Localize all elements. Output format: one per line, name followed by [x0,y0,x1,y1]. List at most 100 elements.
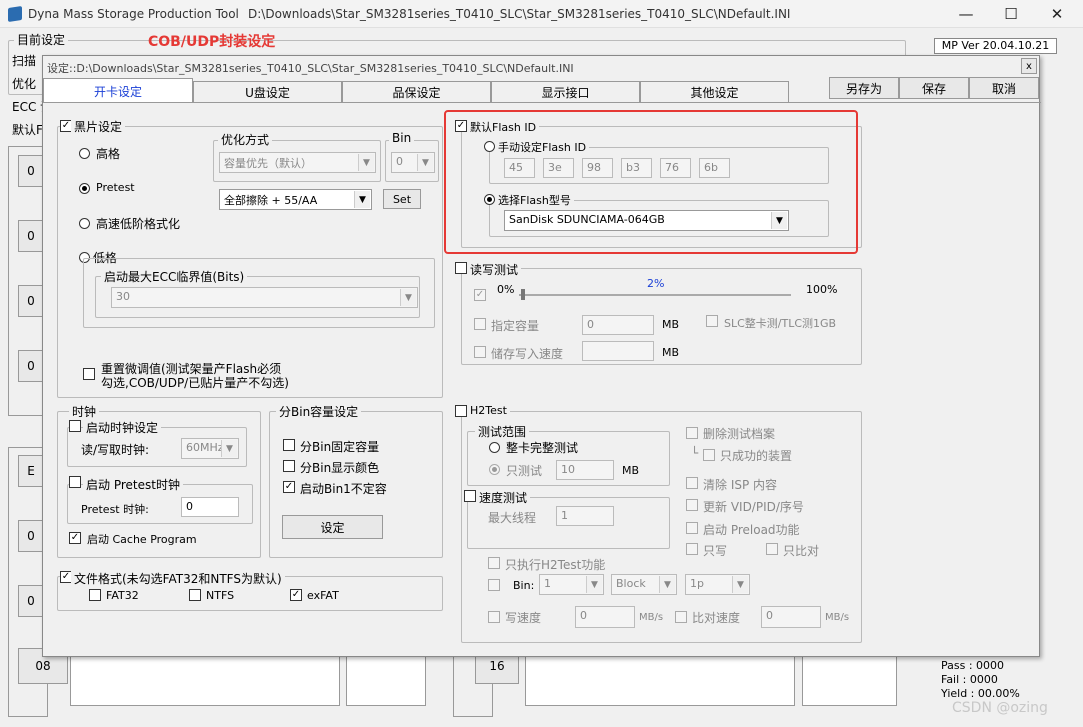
ecc-threshold-value: 30 [116,290,130,303]
write-only-checkbox[interactable] [686,543,698,555]
wspeed-input[interactable]: 0 [575,606,635,628]
cache-program-label: 启动 Cache Program [87,533,197,546]
optimize-select[interactable]: 容量优先（默认） ▼ [219,152,376,173]
chevron-down-icon: ▼ [732,576,748,593]
ecc-group-title: 启动最大ECC临界值(Bits) [101,268,248,285]
full-test-radio[interactable] [489,442,500,453]
minimize-icon[interactable]: — [945,2,987,26]
capacity-checkbox[interactable] [474,318,486,330]
cspeed-checkbox[interactable] [675,611,687,623]
bin-select[interactable]: 0 ▼ [391,152,435,173]
block-select[interactable]: Block ▼ [611,574,677,595]
rw-clock-value: 60MHz [186,441,224,454]
cancel-button[interactable]: 取消 [969,77,1039,99]
rw-slider-thumb[interactable] [521,289,525,300]
max-threads-input[interactable]: 1 [556,506,614,526]
tab-udisk-settings[interactable]: U盘设定 [193,81,342,103]
compare-only-checkbox[interactable] [766,543,778,555]
rw-test-title: 读写测试 [467,261,522,278]
fat32-checkbox[interactable] [89,589,101,601]
delete-log-checkbox[interactable] [686,427,698,439]
save-button[interactable]: 保存 [899,77,969,99]
bin1-checkbox[interactable]: ✓ [283,481,295,493]
bin-fixed-checkbox[interactable] [283,439,295,451]
cspeed-input[interactable]: 0 [761,606,821,628]
pretest-radio[interactable] [79,183,90,194]
chevron-down-icon: ▼ [586,576,602,593]
preload-checkbox[interactable] [686,522,698,534]
h2-bin-select[interactable]: 1 ▼ [539,574,604,595]
ecc-threshold-select[interactable]: 30 ▼ [111,287,418,308]
pretest-clock-checkbox[interactable] [69,476,81,488]
tab-qa-settings[interactable]: 品保设定 [342,81,491,103]
port-button[interactable]: 0 [18,350,44,382]
port-button[interactable]: 0 [18,220,44,252]
exfat-label: exFAT [307,589,339,602]
chevron-down-icon: ▼ [400,289,416,306]
only-test-radio[interactable] [489,464,500,475]
rw-slider-track[interactable] [519,294,791,296]
block-value: Block [616,577,646,590]
tab-card-settings[interactable]: 开卡设定 [43,78,193,103]
watermark: CSDN @ozing [952,700,1048,716]
ntfs-checkbox[interactable] [189,589,201,601]
capacity-input[interactable]: 0 [582,315,654,335]
h2only-checkbox[interactable] [488,557,500,569]
update-vid-checkbox[interactable] [686,499,698,511]
chevron-down-icon: ▼ [417,154,433,171]
maximize-icon[interactable]: ☐ [990,2,1032,26]
port-button[interactable]: 0 [18,285,44,317]
dialog-title: 设定::D:\Downloads\Star_SM3281series_T0410… [47,62,574,75]
optimize-value: 容量优先（默认） [224,157,312,170]
high-format-radio[interactable] [79,148,90,159]
clock-enable-checkbox[interactable] [69,420,81,432]
speed-test-checkbox[interactable] [464,490,476,502]
bin-enable-checkbox[interactable] [488,579,500,591]
page-select[interactable]: 1p ▼ [685,574,750,595]
high-format-label: 高格 [96,147,121,161]
pretest-clock-input[interactable]: 0 [181,497,239,517]
bin-color-checkbox[interactable] [283,460,295,472]
settings-dialog: 设定::D:\Downloads\Star_SM3281series_T0410… [42,55,1041,657]
app-title: Dyna Mass Storage Production Tool [28,7,239,21]
bg-port-cell [346,656,426,706]
clear-isp-checkbox[interactable] [686,477,698,489]
save-as-button[interactable]: 另存为 [829,77,899,99]
exfat-checkbox[interactable]: ✓ [290,589,302,601]
rw-test-checkbox[interactable] [455,262,467,274]
h2test-checkbox[interactable] [455,405,467,417]
pass-count: Pass : 0000 [941,659,1005,672]
tab-other-settings[interactable]: 其他设定 [640,81,789,103]
dialog-close-button[interactable]: x [1021,58,1037,74]
erase-select[interactable]: 全部擦除 + 55/AA ▼ [219,189,372,210]
port-button[interactable]: E [18,455,44,487]
write-speed-checkbox[interactable] [474,346,486,358]
fast-lowlevel-radio[interactable] [79,218,90,229]
capacity-label: 指定容量 [491,319,540,333]
pretest-clock-label: 启动 Pretest时钟 [83,476,183,493]
pretest-label: Pretest [96,181,135,194]
only-test-input[interactable]: 10 [556,460,614,480]
reset-tuning-checkbox[interactable] [83,368,95,380]
only-ok-checkbox[interactable] [703,449,715,461]
port-button[interactable]: 0 [18,585,44,617]
rw-progress-max: 100% [806,283,838,296]
cspeed-label: 比对速度 [692,611,741,625]
rw-progress-checkbox[interactable]: ✓ [474,289,486,301]
close-icon[interactable]: ✕ [1036,2,1078,26]
cob-udp-label: COB/UDP封装设定 [148,34,276,50]
cache-program-checkbox[interactable]: ✓ [69,532,81,544]
port-button[interactable]: 0 [18,155,44,187]
bin-setup-button[interactable]: 设定 [282,515,383,539]
erase-set-button[interactable]: Set [383,189,421,209]
write-speed-input[interactable] [582,341,654,361]
port-button[interactable]: 0 [18,520,44,552]
rw-clock-select[interactable]: 60MHz ▼ [181,438,239,459]
tab-display-port[interactable]: 显示接口 [491,81,640,103]
slc-checkbox[interactable] [706,315,718,327]
bin-color-label: 分Bin显示颜色 [300,461,380,475]
h2-bin-value: 1 [544,577,551,590]
app-cube-icon [8,6,22,22]
chip-settings-title: 黑片设定 [71,118,126,135]
wspeed-checkbox[interactable] [488,611,500,623]
